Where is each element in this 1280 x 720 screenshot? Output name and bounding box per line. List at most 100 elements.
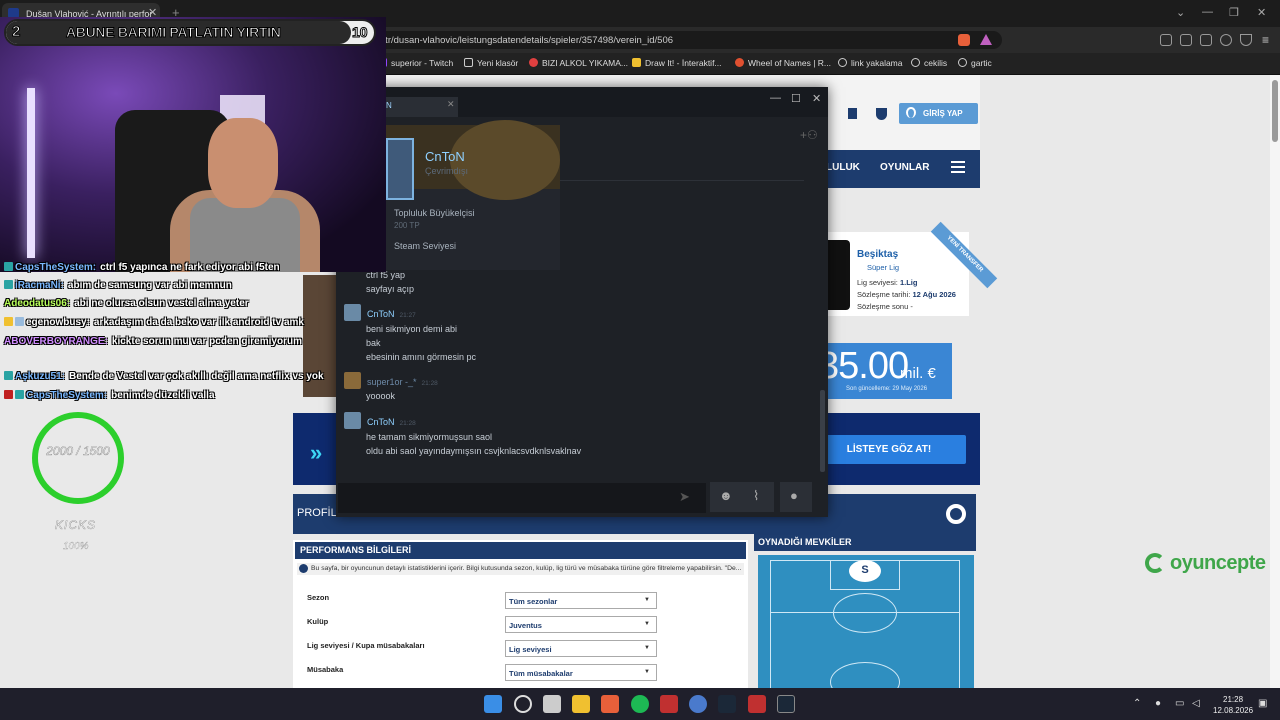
chat-message: beni sikmiyon demi abi xyxy=(366,324,458,334)
spotify-icon[interactable] xyxy=(631,695,649,713)
tray-overflow-icon[interactable]: ⌃ xyxy=(1133,698,1141,709)
filter-label: Müsabaka xyxy=(307,665,344,674)
message-author[interactable]: CnToN 21:28 xyxy=(367,417,416,427)
volume-icon[interactable]: ◁ xyxy=(1192,698,1200,709)
chat-line: CapsTheSystem: benimde düzeldi valla xyxy=(4,390,215,401)
competition-select[interactable]: Tüm müsabakalar ▼ xyxy=(505,664,657,681)
notification-icon[interactable]: ▣ xyxy=(1258,698,1267,709)
send-icon[interactable]: ➤ xyxy=(679,489,690,505)
clock[interactable]: 21:28 12.08.2026 xyxy=(1213,694,1253,716)
profile-avatar[interactable] xyxy=(386,138,414,200)
steam-chat-taskbar-icon[interactable] xyxy=(777,695,795,713)
steam-close-button[interactable]: ✕ xyxy=(812,92,821,105)
league-level-value[interactable]: 1.Lig xyxy=(900,278,918,287)
paperclip-icon: ⌇ xyxy=(753,488,760,503)
club-league[interactable]: Süper Lig xyxy=(867,263,899,272)
contract-label: Sözleşme tarihi: xyxy=(857,290,911,299)
maximize-button[interactable]: ❐ xyxy=(1229,6,1239,19)
profile-name[interactable]: CnToN xyxy=(425,149,465,164)
kicks-goal-ring xyxy=(32,412,124,504)
banner-cta-button[interactable]: LİSTEYE GÖZ AT! xyxy=(812,435,966,464)
start-menu-icon[interactable] xyxy=(484,695,502,713)
sub-goal-current: 2 xyxy=(11,23,21,41)
message-author[interactable]: CnToN 21:27 xyxy=(367,309,416,319)
app-icon[interactable] xyxy=(689,695,707,713)
page-scrollbar[interactable] xyxy=(1270,75,1280,688)
select-value: Juventus xyxy=(509,621,542,630)
steam-tab-label: N xyxy=(386,101,392,110)
club-name[interactable]: Beşiktaş xyxy=(857,249,898,260)
globe-icon xyxy=(958,58,967,67)
task-view-icon[interactable] xyxy=(543,695,561,713)
steam-taskbar-icon[interactable] xyxy=(718,695,736,713)
chat-line: Adeodatus06: abi ne olursa olsun vestel a… xyxy=(4,298,249,309)
file-explorer-icon[interactable] xyxy=(572,695,590,713)
vpn-icon[interactable] xyxy=(1240,34,1252,46)
chat-scrollbar[interactable] xyxy=(820,390,825,472)
extensions-icon[interactable] xyxy=(1160,34,1172,46)
bookmark-item[interactable]: Draw It! - İnteraktif... xyxy=(632,58,722,68)
avatar[interactable] xyxy=(344,372,361,389)
url-input[interactable]: transfermarkt.com.tr/dusan-vlahovic/leis… xyxy=(298,31,1002,49)
microphone-tray-icon[interactable]: ● xyxy=(1155,698,1161,709)
minimize-button[interactable]: — xyxy=(1202,6,1213,18)
bookmark-item[interactable]: Wheel of Names | R... xyxy=(735,58,831,68)
bookmark-item[interactable]: BIZI ALKOL YIKAMA... xyxy=(529,58,628,68)
shield-icon[interactable] xyxy=(876,108,887,120)
leo-icon[interactable] xyxy=(1220,34,1232,46)
bookmark-item[interactable]: link yakalama xyxy=(838,58,903,68)
brave-browser-icon[interactable] xyxy=(601,695,619,713)
contract-row: Sözleşme tarihi: 12 Ağu 2026 xyxy=(857,290,956,299)
steam-maximize-button[interactable]: ☐ xyxy=(791,92,801,105)
network-icon[interactable]: ▭ xyxy=(1175,698,1184,709)
add-friend-icon[interactable]: +⚇ xyxy=(800,128,818,142)
positions-heading: OYNADIĞI MEVKİLER xyxy=(754,534,976,551)
app-icon[interactable] xyxy=(660,695,678,713)
season-select[interactable]: Tüm sezonlar ▼ xyxy=(505,592,657,609)
bookmark-item[interactable]: cekilis xyxy=(911,58,947,68)
avatar[interactable] xyxy=(344,304,361,321)
club-select[interactable]: Juventus ▼ xyxy=(505,616,657,633)
steam-minimize-button[interactable]: — xyxy=(770,92,781,104)
chat-message: ebesinin amını görmesin pc xyxy=(366,352,477,362)
watchlist-icon[interactable] xyxy=(848,108,857,119)
badge-icon xyxy=(4,317,13,326)
filter-label: Lig seviyesi / Kupa müsabakaları xyxy=(307,641,425,650)
chevron-down-icon: ▼ xyxy=(644,597,650,603)
globe-icon xyxy=(838,58,847,67)
sidebar-icon[interactable] xyxy=(1180,34,1192,46)
profile-tab[interactable]: PROFİL xyxy=(297,507,337,519)
bookmark-item[interactable]: gartic xyxy=(958,58,992,68)
bookmark-favicon-icon xyxy=(529,58,538,67)
close-window-button[interactable]: ✕ xyxy=(1257,6,1266,19)
select-value: Lig seviyesi xyxy=(509,645,552,654)
market-value-unit: mil. € xyxy=(900,365,936,382)
avatar[interactable] xyxy=(344,412,361,429)
search-icon[interactable] xyxy=(514,695,532,713)
scrollbar-thumb[interactable] xyxy=(1272,80,1278,142)
brave-rewards-icon[interactable] xyxy=(980,34,992,45)
brave-shield-icon[interactable] xyxy=(958,34,970,46)
sub-goal-text: ABUNE BARIMI PATLATIN YIRTIN xyxy=(66,24,282,41)
bookmark-label: superior - Twitch xyxy=(391,58,454,68)
gear-icon[interactable] xyxy=(946,504,966,524)
league-level-select[interactable]: Lig seviyesi ▼ xyxy=(505,640,657,657)
nav-item-games[interactable]: OYUNLAR xyxy=(880,162,929,173)
close-chat-tab-icon[interactable]: ✕ xyxy=(447,99,455,110)
wallet-icon[interactable] xyxy=(1200,34,1212,46)
message-author[interactable]: super1or -_* 21:28 xyxy=(367,377,438,387)
tab-search-icon[interactable]: ⌄ xyxy=(1176,6,1185,19)
sub-goal-target: 10 xyxy=(352,24,369,41)
bookmark-item[interactable]: Yeni klasör xyxy=(464,58,518,68)
performance-info[interactable]: Bu sayfa, bir oyuncunun detaylı istatist… xyxy=(297,563,744,575)
bookmark-item[interactable]: superior - Twitch xyxy=(378,58,453,68)
chat-input[interactable] xyxy=(338,483,706,513)
pitch-center-circle xyxy=(833,593,897,633)
nav-item[interactable]: LULUK xyxy=(826,162,860,173)
menu-icon[interactable]: ≡ xyxy=(1262,33,1269,47)
chat-line: egenowbusy: arkadaşım da da beko var ilk … xyxy=(4,317,304,328)
emoticon-icon: ☻ xyxy=(719,488,733,503)
position-marker[interactable]: S xyxy=(849,560,881,582)
chat-text: arkadaşım da da beko var ilk android tv … xyxy=(93,317,304,328)
app-icon[interactable] xyxy=(748,695,766,713)
